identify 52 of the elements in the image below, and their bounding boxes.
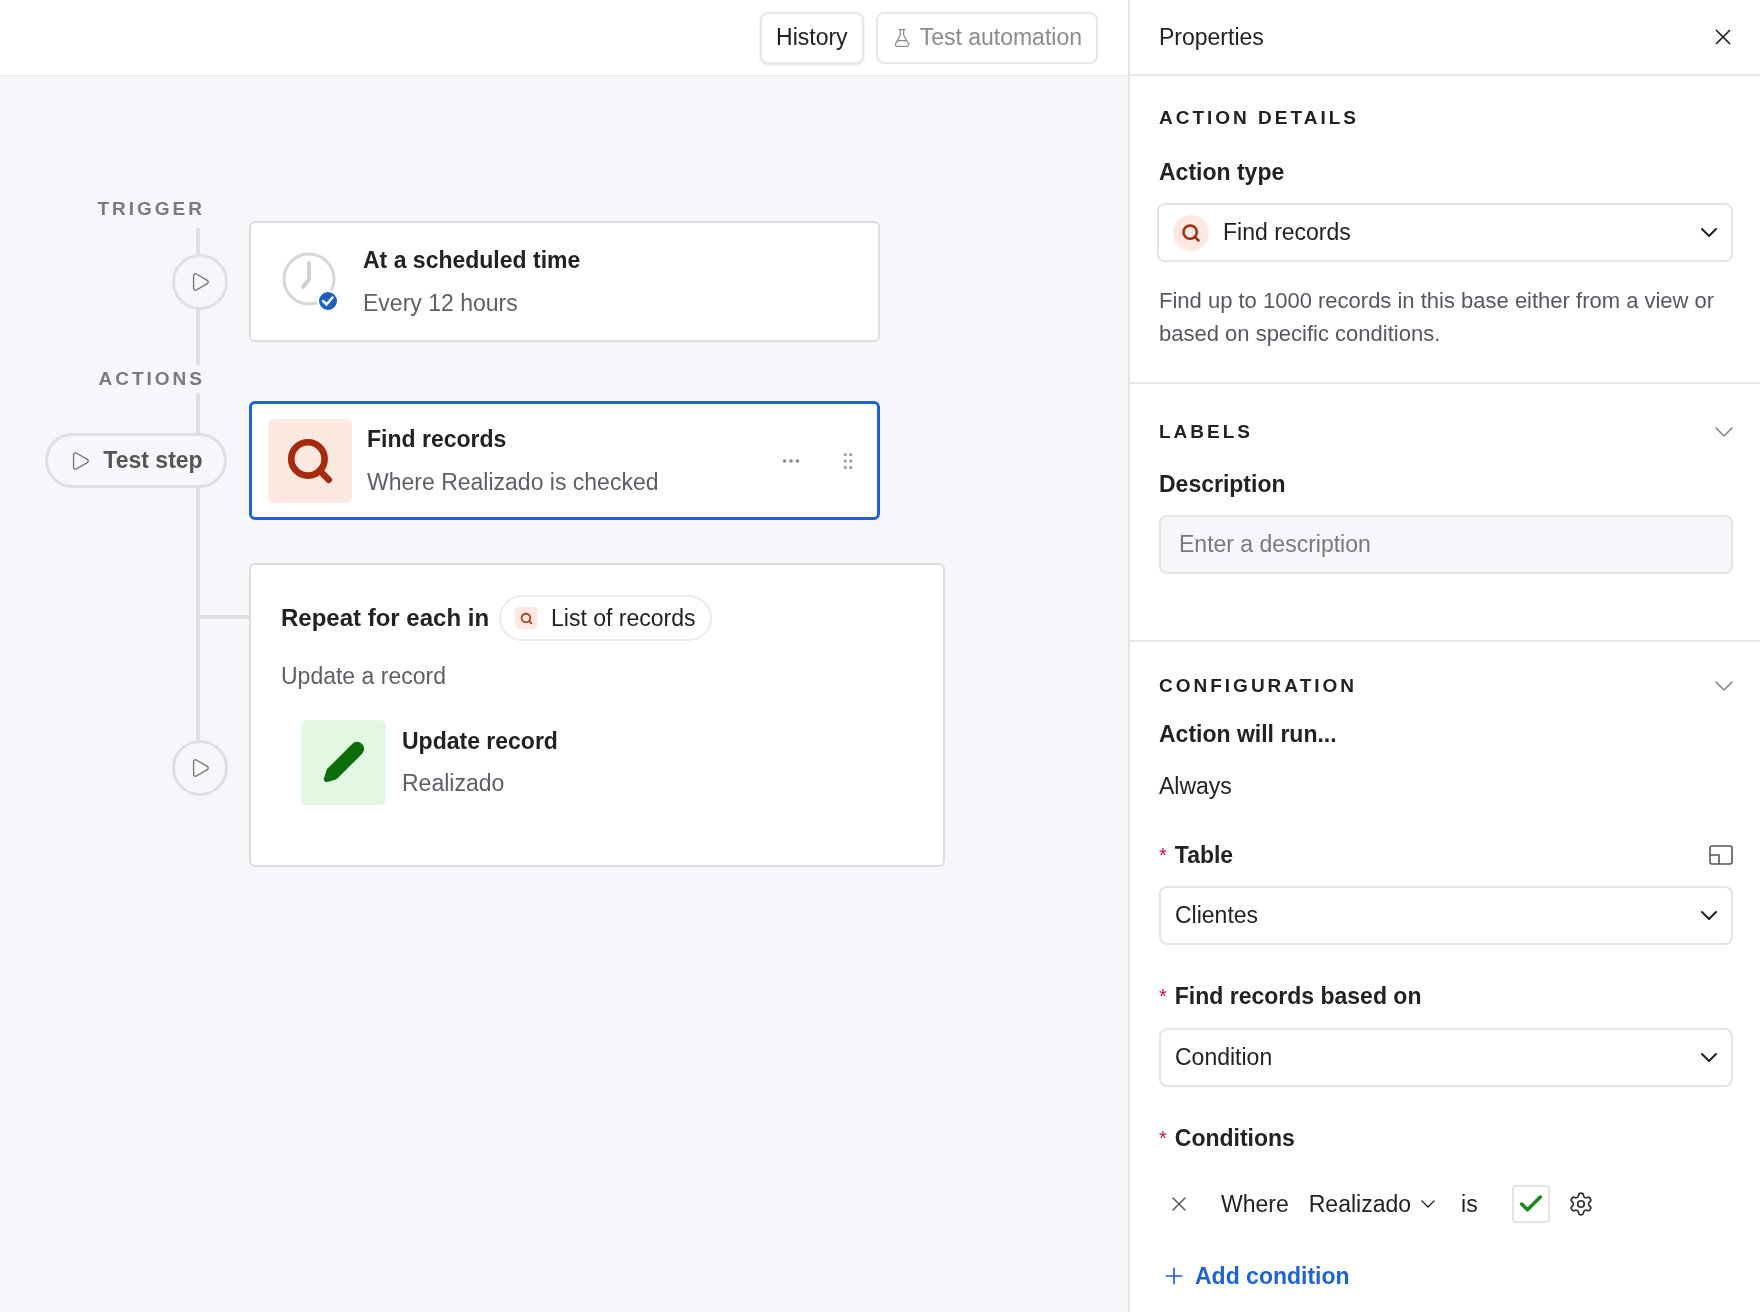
select-dropdown[interactable]: Condition — [1159, 1027, 1733, 1087]
section-heading: ACTION DETAILS — [1158, 106, 1360, 130]
test-step-button[interactable]: Test step — [45, 433, 227, 488]
loop-card[interactable]: Repeat for each in List of records Update a record Update record Realizado — [249, 563, 945, 867]
condition-operator: is — [1461, 1189, 1478, 1219]
step-subtitle: Every 12 hours — [363, 288, 519, 318]
step-title: Find records — [367, 425, 508, 454]
loop-subtitle: Update a record — [281, 662, 447, 691]
chevron-down-icon[interactable] — [1715, 427, 1733, 438]
chevron-down-icon — [1701, 911, 1717, 920]
window-icon[interactable] — [1709, 844, 1733, 865]
list-source-chip[interactable]: List of records — [499, 595, 712, 641]
history-button[interactable]: History — [760, 11, 864, 64]
field-dropdown[interactable]: Realizado — [1308, 1186, 1436, 1222]
chevron-down-icon — [1701, 1052, 1717, 1062]
field-label: Find records based on — [1174, 982, 1422, 1011]
add-condition-link[interactable]: Add condition — [1157, 1259, 1350, 1294]
loop-title: Repeat for each in — [281, 603, 490, 633]
action-card[interactable]: Find records Where Realizado is checked — [249, 401, 880, 520]
required-asterisk: * — [1159, 984, 1167, 1010]
action-description: Find up to 1000 records in this base either from a view or based on specific conditions. — [1158, 287, 1716, 348]
field-label: Conditions — [1174, 1123, 1295, 1153]
field-label: Action type — [1158, 157, 1286, 187]
play-button[interactable] — [172, 740, 228, 796]
pencil-icon — [301, 719, 386, 805]
search-icon — [515, 607, 538, 629]
settings-icon[interactable] — [1567, 1191, 1594, 1217]
section-heading: LABELS — [1158, 420, 1253, 444]
chevron-down-icon — [1701, 228, 1717, 237]
section-heading: CONFIGURATION — [1158, 674, 1358, 698]
search-icon — [268, 418, 352, 503]
panel-title: Properties — [1159, 22, 1264, 52]
select-dropdown[interactable]: Clientes — [1159, 886, 1733, 945]
select-dropdown[interactable]: Find records — [1157, 203, 1733, 262]
condition-prefix: Where — [1221, 1189, 1289, 1219]
field-label: Table — [1174, 840, 1234, 870]
description-input[interactable]: Enter a description — [1159, 515, 1733, 574]
chevron-down-icon[interactable] — [1715, 681, 1733, 692]
required-asterisk: * — [1159, 842, 1167, 868]
step-subtitle: Where Realizado is checked — [367, 467, 660, 497]
chevron-down-icon — [1421, 1200, 1436, 1208]
value-checkbox[interactable] — [1511, 1185, 1550, 1223]
step-title: At a scheduled time — [363, 246, 581, 275]
step-subtitle: Realizado — [402, 769, 506, 798]
step-title: Update record — [402, 726, 558, 756]
required-asterisk: * — [1159, 1125, 1167, 1151]
field-label: Description — [1158, 469, 1287, 499]
trigger-card[interactable]: At a scheduled time Every 12 hours — [249, 221, 880, 342]
field-label: Action will run... — [1158, 719, 1338, 749]
field-value: Always — [1158, 772, 1233, 801]
actions-label: ACTIONS — [98, 364, 205, 394]
search-icon — [1173, 214, 1209, 251]
